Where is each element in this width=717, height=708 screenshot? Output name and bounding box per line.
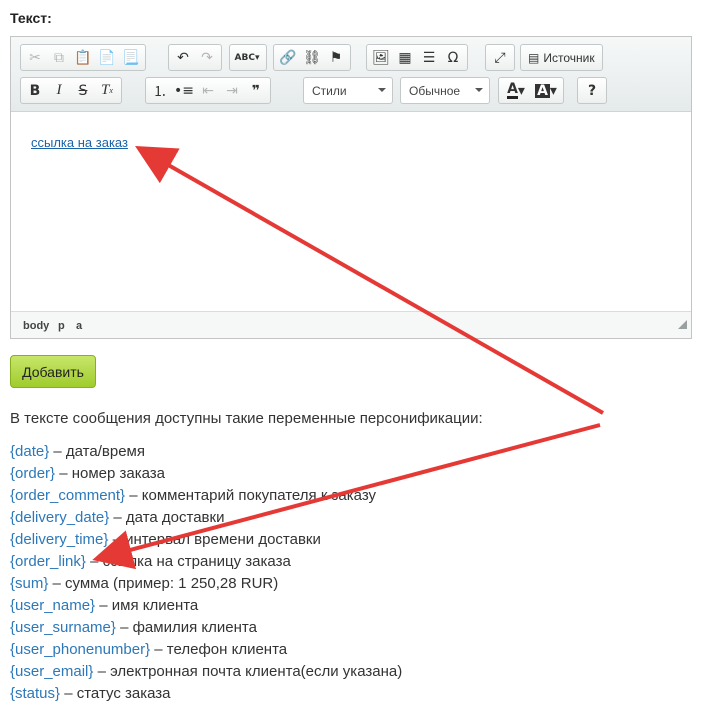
arrow-to-order-link [92,423,601,570]
arrow-to-link [135,146,604,415]
annotation-arrows [92,146,604,570]
